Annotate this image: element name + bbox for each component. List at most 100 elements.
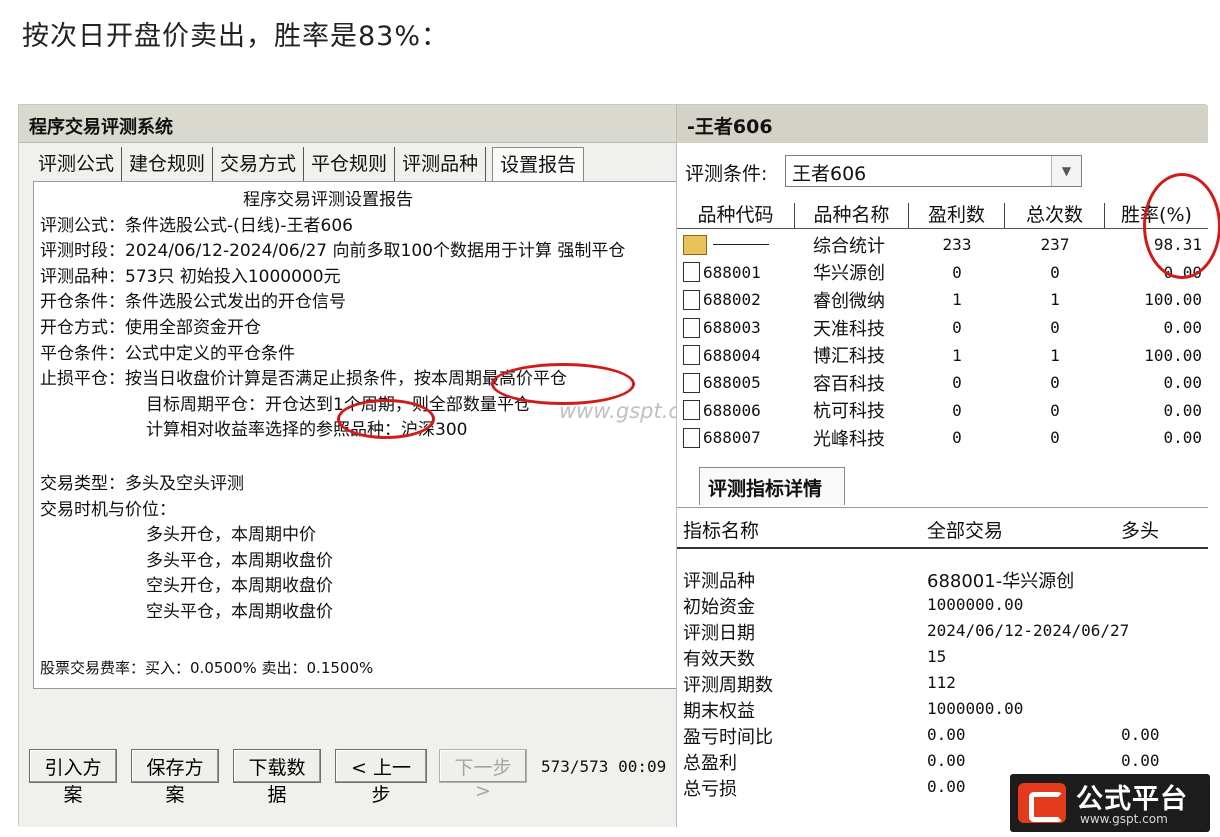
download-data-button[interactable]: 下载数据: [233, 749, 321, 806]
cell-code: 688003: [703, 318, 761, 338]
condition-select[interactable]: 王者606 ▼: [785, 155, 1082, 187]
metric-all: 0.00: [927, 725, 966, 744]
metric-label: 有效天数: [683, 649, 755, 670]
trade-type-line: 交易类型：多头及空头评测: [40, 473, 244, 494]
metric-row: 评测周期数 112: [677, 671, 1208, 697]
cell-code: 688006: [703, 400, 761, 420]
metrics-list: 评测品种 688001-华兴源创 初始资金 1000000.00 评测日期 2024/…: [677, 567, 1208, 801]
metric-long: 0.00: [1121, 751, 1160, 770]
metric-row: 评测品种 688001-华兴源创: [677, 567, 1208, 593]
column-header: 指标名称: [683, 520, 760, 542]
cell-code: 688005: [703, 373, 761, 393]
metric-all: 15: [927, 647, 947, 666]
cell-total: 1: [1050, 290, 1060, 310]
cell-wins: 0: [952, 318, 962, 338]
cell-wins: 0: [952, 262, 962, 282]
cell-total: 0: [1050, 262, 1060, 282]
table-row[interactable]: 688005 容百科技 0 0 0.00: [677, 369, 1208, 397]
left-panel-title: 程序交易评测系统: [19, 105, 676, 143]
document-icon: [683, 427, 700, 448]
metric-label: 评测品种: [683, 571, 755, 592]
page-heading: 按次日开盘价卖出，胜率是83%：: [22, 21, 450, 52]
next-step-button[interactable]: 下一步 >: [439, 749, 527, 802]
cell-total: 0: [1050, 318, 1060, 338]
cell-code: 688001: [703, 262, 761, 282]
right-panel-title: -王者606: [677, 105, 1208, 143]
report-line: 开仓条件：条件选股公式发出的开仓信号: [40, 292, 346, 313]
metric-all: 0.00: [927, 751, 966, 770]
cell-code: 688007: [703, 428, 761, 448]
cell-wins: 1: [952, 345, 962, 365]
cell-wins: 1: [952, 290, 962, 310]
table-row[interactable]: 688002 睿创微纳 1 1 100.00: [677, 286, 1208, 314]
metric-label: 总亏损: [683, 779, 737, 800]
cell-rate: 100.00: [1144, 345, 1202, 365]
timing-line: 多头平仓，本周期收盘价: [146, 550, 333, 571]
column-header[interactable]: 品种代码: [677, 203, 795, 228]
cell-code: 688002: [703, 290, 761, 310]
logo-url: www.gspt.com: [1080, 812, 1168, 826]
tab-open-rules[interactable]: 建仓规则: [122, 147, 214, 181]
table-row[interactable]: 688007 光峰科技 0 0 0.00: [677, 424, 1208, 452]
cell-rate: 0.00: [1163, 428, 1202, 448]
fee-line: 股票交易费率：买入：0.0500% 卖出：0.1500%: [40, 659, 374, 677]
right-panel: -王者606 评测条件: 王者606 ▼ 品种代码 品种名称 盈利数 总次数 胜…: [676, 105, 1220, 827]
summary-row[interactable]: 综合统计 233 237 98.31: [677, 231, 1208, 259]
cell-wins: 0: [952, 400, 962, 420]
cell-name: 容百科技: [813, 373, 885, 395]
document-icon: [683, 262, 700, 283]
save-plan-button[interactable]: 保存方案: [131, 749, 219, 806]
metric-all: 2024/06/12-2024/06/27: [927, 621, 1130, 640]
cell-total: 237: [1040, 235, 1070, 255]
column-header[interactable]: 总次数: [1005, 203, 1105, 228]
cell-total: 0: [1050, 428, 1060, 448]
import-plan-button[interactable]: 引入方案: [29, 749, 117, 806]
prev-step-button[interactable]: < 上一步: [335, 749, 427, 806]
metric-label: 盈亏时间比: [683, 727, 773, 748]
table-row[interactable]: 688004 博汇科技 1 1 100.00: [677, 341, 1208, 369]
cell-code: 688004: [703, 345, 761, 365]
timing-line: 空头平仓，本周期收盘价: [146, 601, 333, 622]
cell-total: 0: [1050, 373, 1060, 393]
document-icon: [683, 289, 700, 310]
cell-name: 杭可科技: [813, 401, 885, 423]
timing-line: 多头开仓，本周期中价: [146, 525, 316, 546]
metric-all: 112: [927, 673, 956, 692]
results-table: 综合统计 233 237 98.31 688001 华兴源创 0 0 0.00 …: [677, 231, 1208, 452]
cell-rate: 0.00: [1163, 400, 1202, 420]
document-icon: [683, 372, 700, 393]
cell-name: 睿创微纳: [813, 290, 885, 312]
annotation-circle: [491, 363, 635, 405]
cell-rate: 0.00: [1163, 318, 1202, 338]
cell-name: 光峰科技: [813, 428, 885, 450]
timing-label: 交易时机与价位：: [40, 499, 176, 520]
metric-label: 初始资金: [683, 597, 755, 618]
tab-settings-report[interactable]: 设置报告: [492, 147, 585, 181]
document-icon: [683, 317, 700, 338]
cell-wins: 233: [942, 235, 972, 255]
metric-all: 0.00: [927, 777, 966, 796]
tab-trade-mode[interactable]: 交易方式: [213, 147, 305, 181]
condition-label: 评测条件:: [685, 163, 768, 185]
tab-metrics-detail[interactable]: 评测指标详情: [699, 467, 845, 505]
table-row[interactable]: 688001 华兴源创 0 0 0.00: [677, 259, 1208, 287]
tab-formula[interactable]: 评测公式: [31, 147, 123, 181]
column-header[interactable]: 品种名称: [795, 203, 909, 228]
metric-all: 1000000.00: [927, 595, 1024, 614]
logo-name: 公式平台: [1076, 784, 1188, 815]
document-icon: [683, 345, 700, 366]
table-row[interactable]: 688006 杭可科技 0 0 0.00: [677, 397, 1208, 425]
cell-total: 0: [1050, 400, 1060, 420]
column-header[interactable]: 盈利数: [909, 203, 1005, 228]
tab-close-rules[interactable]: 平仓规则: [304, 147, 396, 181]
chevron-down-icon[interactable]: ▼: [1051, 156, 1081, 186]
table-row[interactable]: 688003 天准科技 0 0 0.00: [677, 314, 1208, 342]
metric-long: 0.00: [1121, 725, 1160, 744]
tab-instruments[interactable]: 评测品种: [395, 147, 487, 181]
annotation-circle: [1143, 173, 1220, 279]
metric-row: 有效天数 15: [677, 645, 1208, 671]
button-bar: 引入方案 保存方案 下载数据 < 上一步 下一步 > 573/573 00:09: [19, 699, 676, 827]
cell-name: 博汇科技: [813, 346, 885, 368]
condition-value: 王者606: [792, 163, 867, 185]
metric-label: 总盈利: [683, 753, 737, 774]
